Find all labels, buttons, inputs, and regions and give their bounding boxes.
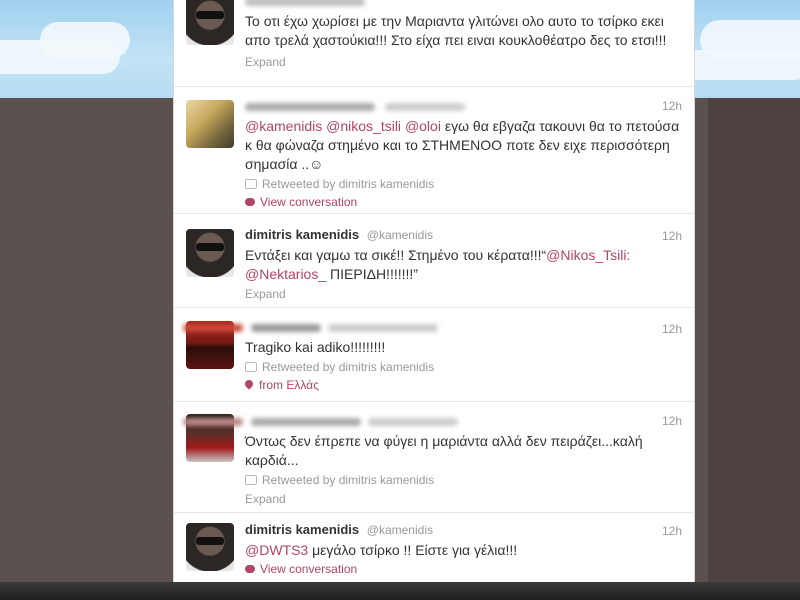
expand-link[interactable]: Expand (245, 285, 683, 303)
tweet[interactable]: 12h @kamenidis @nikos_tsili @oloi εγω θα… (174, 87, 694, 214)
user-avatar[interactable] (186, 100, 234, 148)
location-pin-icon (243, 378, 255, 390)
mention-link[interactable]: @DWTS3 (245, 542, 308, 558)
tweet-text: Το οτι έχω χωρίσει με την Μαριαντα γλιτώ… (245, 13, 667, 48)
user-avatar[interactable] (186, 523, 234, 571)
tweet[interactable]: 12h Όντως δεν έπρεπε να φύγει η μαριάντα… (174, 402, 694, 513)
user-name[interactable]: dimitris kamenidis (245, 227, 359, 242)
user-handle[interactable]: @kamenidis (367, 523, 433, 537)
taskbar (0, 582, 800, 600)
tweet-header (245, 0, 683, 10)
tweet[interactable]: 12h dimitris kamenidis @kamenidis Εντάξε… (174, 214, 694, 308)
expand-link[interactable]: Expand (245, 490, 683, 508)
tweet-text: @kamenidis @nikos_tsili @oloi εγω θα εβγ… (245, 117, 683, 174)
retweet-icon (245, 475, 257, 485)
tweet-timeline: Το οτι έχω χωρίσει με την Μαριαντα γλιτώ… (173, 0, 695, 582)
location-label[interactable]: from Ελλάς (259, 378, 319, 392)
retweet-info: Retweeted by dimitris kamenidis (245, 471, 683, 489)
retweet-info: Retweeted by dimitris kamenidis (245, 358, 683, 376)
view-conversation-label[interactable]: View conversation (260, 562, 357, 576)
conversation-icon (245, 565, 255, 573)
mention-link[interactable]: @kamenidis (245, 118, 322, 134)
tweet-text: Όντως δεν έπρεπε να φύγει η μαριάντα αλλ… (245, 433, 643, 468)
tweet-body: μεγάλο τσίρκο !! Είστε για γέλια!!! (308, 542, 518, 558)
tweet[interactable]: Το οτι έχω χωρίσει με την Μαριαντα γλιτώ… (174, 0, 694, 87)
tweet-header (183, 412, 683, 430)
background-strip (708, 98, 800, 584)
view-conversation-link[interactable]: View conversation (245, 193, 683, 211)
user-avatar[interactable] (186, 0, 234, 45)
tweet-header: dimitris kamenidis @kamenidis (245, 521, 683, 539)
conversation-icon (245, 198, 255, 206)
view-conversation-label[interactable]: View conversation (260, 195, 357, 209)
tweet-body: Εντάξει και γαμω τα σικέ!! Στημένο του κ… (245, 247, 547, 263)
retweeted-by-label[interactable]: Retweeted by dimitris kamenidis (262, 360, 434, 374)
tweet-header (245, 97, 683, 115)
mention-link[interactable]: @Nektarios_ (245, 266, 326, 282)
retweeted-by-label[interactable]: Retweeted by dimitris kamenidis (262, 177, 434, 191)
tweet-header (183, 318, 683, 336)
tweet[interactable]: 12h Tragiko kai adiko!!!!!!!!! Retweeted… (174, 308, 694, 402)
tweet-text: Εντάξει και γαμω τα σικέ!! Στημένο του κ… (245, 246, 683, 284)
mention-link[interactable]: @oloi (405, 118, 441, 134)
location-link[interactable]: from Ελλάς (243, 376, 683, 394)
mention-link[interactable]: @nikos_tsili (326, 118, 401, 134)
retweet-icon (245, 179, 257, 189)
user-name[interactable]: dimitris kamenidis (245, 522, 359, 537)
mention-link[interactable]: @Nikos_Tsili: (546, 247, 630, 263)
tweet-header: dimitris kamenidis @kamenidis (245, 226, 683, 244)
retweeted-by-label[interactable]: Retweeted by dimitris kamenidis (262, 473, 434, 487)
retweet-info: Retweeted by dimitris kamenidis (245, 175, 683, 193)
expand-link[interactable]: Expand (245, 53, 683, 71)
view-conversation-link[interactable]: View conversation (245, 560, 683, 578)
retweet-icon (245, 362, 257, 372)
tweet[interactable]: 12h dimitris kamenidis @kamenidis @DWTS3… (174, 513, 694, 582)
user-avatar[interactable] (186, 229, 234, 277)
tweet-text: Tragiko kai adiko!!!!!!!!! (245, 339, 386, 355)
user-handle[interactable]: @kamenidis (367, 228, 433, 242)
tweet-text: @DWTS3 μεγάλο τσίρκο !! Είστε για γέλια!… (245, 541, 683, 560)
tweet-body: ΠΙΕΡΙΔΗ!!!!!!!” (326, 266, 418, 282)
